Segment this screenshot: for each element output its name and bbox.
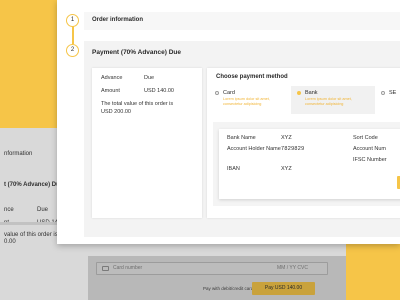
- credit-card-icon: [102, 266, 109, 271]
- payment-method-title: Choose payment method: [216, 74, 288, 80]
- bg-payment-title: t (70% Advance) Due: [4, 182, 64, 188]
- bg-card-number-input: Card number MM / YY CVC: [96, 262, 328, 275]
- summary-value: USD 140.00: [144, 88, 174, 94]
- summary-value: Due: [144, 75, 155, 81]
- bank-details-panel: Bank Name XYZ Account Holder Name 782982…: [213, 122, 400, 206]
- option-label: Bank: [305, 90, 318, 96]
- radio-bank-selected[interactable]: [297, 91, 301, 95]
- bank-detail-key: Bank Name: [227, 135, 256, 141]
- option-label: SE: [389, 90, 397, 96]
- step-connector: [72, 26, 74, 44]
- option-label: Card: [223, 90, 235, 96]
- option-description: Lorem ipsum dolor sit amet, consectetur …: [305, 97, 352, 106]
- bg-row-key: nce: [4, 207, 14, 213]
- bg-expiry-placeholder: MM / YY CVC: [277, 265, 308, 271]
- order-summary-card: Advance Due Amount USD 140.00 The total …: [92, 68, 202, 218]
- option-description: Lorem ipsum dolor sit amet, consectetur …: [223, 97, 270, 106]
- payment-option-card[interactable]: Card Lorem ipsum dolor sit amet, consect…: [209, 86, 291, 114]
- step-title: Order information: [92, 17, 144, 23]
- step-number-1: 1: [66, 14, 79, 27]
- step-title: Payment (70% Advance) Due: [92, 49, 181, 56]
- radio-third[interactable]: [381, 91, 385, 95]
- step-order-information[interactable]: Order information: [84, 12, 400, 30]
- bg-section-title: nformation: [4, 151, 33, 157]
- bank-detail-key: Account Holder Name: [227, 146, 281, 152]
- bank-detail-key: IFSC Number: [353, 157, 387, 163]
- bg-note: value of this order is: [4, 232, 58, 238]
- payment-modal: 1 2 Order information Payment (70% Advan…: [57, 0, 400, 244]
- bg-pay-button: Pay USD 140.00: [252, 282, 315, 295]
- bank-detail-key: Account Num: [353, 146, 387, 152]
- step-number-2: 2: [66, 44, 79, 57]
- bank-detail-key: IBAN: [227, 166, 240, 172]
- payment-option-third[interactable]: SE: [375, 86, 400, 114]
- bg-note-amount: 0.00: [4, 239, 16, 245]
- summary-total: USD 200.00: [101, 109, 131, 115]
- summary-note: The total value of this order is: [101, 101, 174, 107]
- bank-detail-value: XYZ: [281, 135, 292, 141]
- bank-details-card: Bank Name XYZ Account Holder Name 782982…: [219, 129, 400, 199]
- bg-row-value: Due: [37, 207, 49, 213]
- summary-key: Amount: [101, 88, 120, 94]
- bank-detail-value: XYZ: [281, 166, 292, 172]
- bg-pay-label: Pay with debit/credit card: [203, 286, 254, 291]
- radio-card[interactable]: [215, 91, 219, 95]
- bg-card-number-placeholder: Card number: [113, 265, 143, 271]
- bank-detail-key: Sort Code: [353, 135, 378, 141]
- payment-option-bank[interactable]: Bank Lorem ipsum dolor sit amet, consect…: [291, 86, 375, 114]
- payment-method-card: Choose payment method Card Lorem ipsum d…: [207, 68, 400, 218]
- summary-key: Advance: [101, 75, 123, 81]
- step-payment: Payment (70% Advance) Due Advance Due Am…: [84, 41, 400, 237]
- bank-detail-value-redacted: 7829829: [281, 146, 305, 152]
